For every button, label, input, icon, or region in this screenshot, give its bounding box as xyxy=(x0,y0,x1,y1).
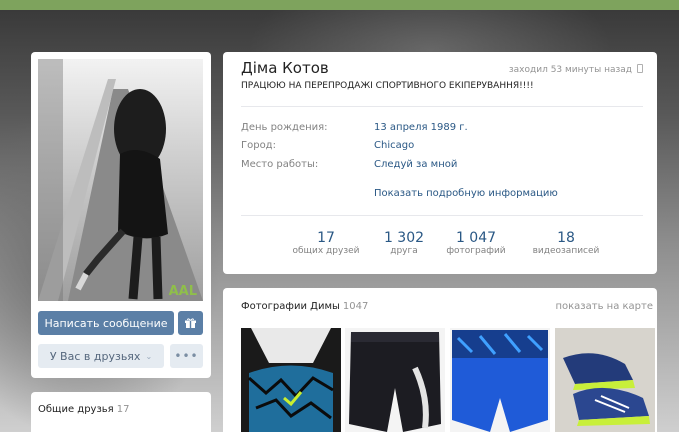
friend-status-label: У Вас в друзьях xyxy=(49,349,141,363)
profile-name: Діма Котов xyxy=(241,59,329,77)
sports-bra-photo xyxy=(241,328,341,432)
chevron-down-icon: ⌄ xyxy=(145,351,153,361)
profile-counters: 17 общих друзей 1 302 друга 1 047 фотогр… xyxy=(223,230,657,266)
photo-thumb-4[interactable] xyxy=(555,328,655,432)
send-message-button[interactable]: Написать сообщение xyxy=(38,311,174,335)
counter-value: 1 047 xyxy=(455,230,497,246)
avatar-card: AAL Написать сообщение У Вас в друзьях ⌄… xyxy=(31,52,211,378)
profile-photo[interactable]: AAL xyxy=(38,59,203,301)
show-more-info-link[interactable]: Показать подробную информацию xyxy=(374,188,558,199)
divider xyxy=(241,106,643,107)
photo-thumb-2[interactable] xyxy=(345,328,445,432)
photos-count: 1047 xyxy=(342,301,369,312)
common-friends-card: Общие друзья 17 xyxy=(31,392,211,432)
city-link[interactable]: Chicago xyxy=(374,140,414,151)
counter-label: общих друзей xyxy=(292,246,360,256)
info-row-city: Город: Chicago xyxy=(241,140,414,151)
gift-icon xyxy=(185,317,196,328)
photo-thumb-1[interactable] xyxy=(241,328,341,432)
birthday-link[interactable]: 13 апреля 1989 г. xyxy=(374,122,468,133)
photos-card: Фотографии Димы 1047 показать на карте xyxy=(223,288,657,432)
counter-value: 1 302 xyxy=(383,230,425,246)
counter-label: видеозаписей xyxy=(532,246,600,256)
counter-friends[interactable]: 1 302 друга xyxy=(364,230,444,256)
common-friends-label: Общие друзья xyxy=(38,404,114,415)
info-label: День рождения: xyxy=(241,122,328,133)
counter-label: друга xyxy=(390,246,418,256)
sneakers-photo xyxy=(555,328,655,432)
show-on-map-link[interactable]: показать на карте xyxy=(555,301,653,312)
info-label: Город: xyxy=(241,140,276,151)
photo-watermark: AAL xyxy=(168,284,197,299)
common-friends-title[interactable]: Общие друзья 17 xyxy=(38,404,129,415)
counter-photos[interactable]: 1 047 фотографий xyxy=(436,230,516,256)
profile-photo-image xyxy=(38,59,203,301)
counter-value: 17 xyxy=(317,230,335,246)
counter-common-friends[interactable]: 17 общих друзей xyxy=(286,230,366,256)
last-seen: заходил 53 минуты назад xyxy=(509,64,643,75)
info-row-work: Место работы: Следуй за мной xyxy=(241,159,457,170)
mobile-icon xyxy=(637,64,643,73)
top-green-bar xyxy=(0,0,679,10)
counter-value: 18 xyxy=(557,230,575,246)
black-shorts-photo xyxy=(345,328,445,432)
photo-thumb-3[interactable] xyxy=(450,328,550,432)
info-row-birthday: День рождения: 13 апреля 1989 г. xyxy=(241,122,468,133)
photos-title: Фотографии Димы xyxy=(241,301,340,312)
counter-label: фотографий xyxy=(446,246,506,256)
photos-header[interactable]: Фотографии Димы 1047 xyxy=(241,301,368,312)
gift-button[interactable] xyxy=(178,311,203,335)
counter-videos[interactable]: 18 видеозаписей xyxy=(526,230,606,256)
profile-status: ПРАЦЮЮ НА ПЕРЕПРОДАЖІ СПОРТИВНОГО ЕКІПЕР… xyxy=(241,81,534,91)
common-friends-count: 17 xyxy=(116,404,130,415)
last-seen-text: заходил 53 минуты назад xyxy=(508,65,632,75)
blue-shorts-photo xyxy=(450,328,550,432)
friend-status-dropdown[interactable]: У Вас в друзьях ⌄ xyxy=(38,344,164,368)
work-link[interactable]: Следуй за мной xyxy=(374,159,457,170)
more-actions-button[interactable]: ••• xyxy=(170,344,203,368)
divider xyxy=(241,215,643,216)
profile-info-card: Діма Котов заходил 53 минуты назад ПРАЦЮ… xyxy=(223,52,657,274)
info-label: Место работы: xyxy=(241,159,319,170)
